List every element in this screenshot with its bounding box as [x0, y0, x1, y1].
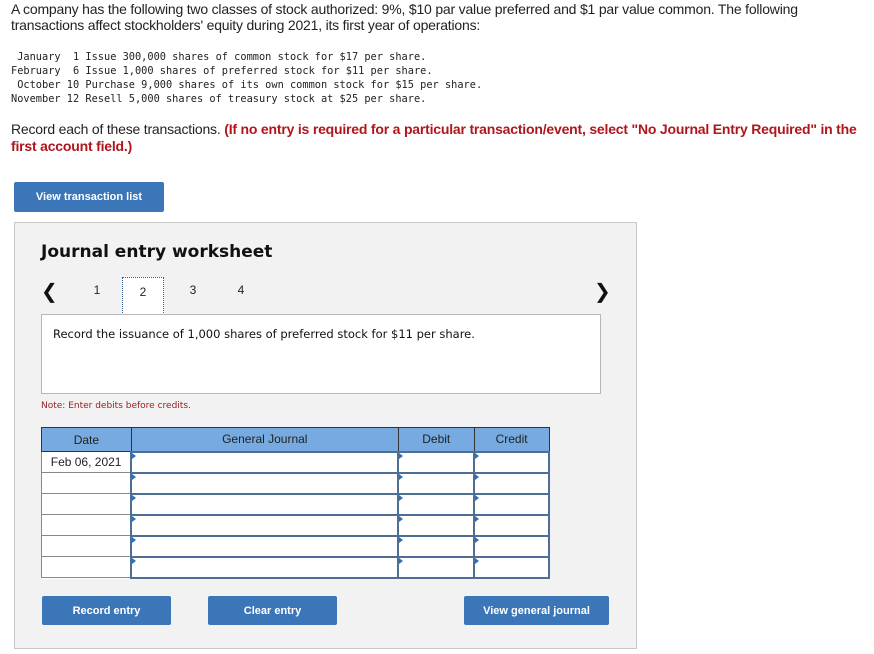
view-transaction-list-button[interactable]: View transaction list: [14, 182, 164, 212]
journal-row: Feb 06, 2021: [41, 450, 550, 474]
credit-input[interactable]: [473, 513, 550, 537]
account-input[interactable]: [130, 513, 400, 537]
debit-input[interactable]: [397, 513, 476, 537]
account-input[interactable]: [130, 534, 400, 558]
transaction-list: January 1 Issue 300,000 shares of common…: [11, 50, 482, 106]
debit-input[interactable]: [397, 555, 476, 579]
journal-header-row: Date General Journal Debit Credit: [41, 427, 550, 452]
journal-row: [41, 471, 550, 495]
date-cell: [41, 514, 132, 536]
note-text: Note: Enter debits before credits.: [41, 401, 191, 411]
view-general-journal-button[interactable]: View general journal: [464, 596, 609, 625]
date-cell: [41, 535, 132, 557]
header-general-journal: General Journal: [130, 427, 399, 452]
credit-input[interactable]: [473, 534, 550, 558]
journal-row: [41, 513, 550, 537]
prompt-text: Record the issuance of 1,000 shares of p…: [53, 327, 475, 341]
page-tab-4[interactable]: 4: [220, 277, 262, 303]
credit-input[interactable]: [473, 450, 550, 474]
transaction-line: November 12 Resell 5,000 shares of treas…: [11, 93, 427, 105]
debit-input[interactable]: [397, 450, 476, 474]
journal-table: Date General Journal Debit Credit Feb 06…: [41, 427, 550, 579]
clear-entry-button[interactable]: Clear entry: [208, 596, 337, 625]
page-tab-2[interactable]: 2: [122, 277, 164, 315]
account-input[interactable]: [130, 555, 400, 579]
journal-row: [41, 555, 550, 579]
page-tab-3[interactable]: 3: [172, 277, 214, 303]
instructions: Record each of these transactions. (If n…: [11, 121, 873, 155]
account-input[interactable]: [130, 492, 400, 516]
date-cell: [41, 493, 132, 515]
chevron-right-icon[interactable]: ❯: [594, 281, 611, 301]
debit-input[interactable]: [397, 492, 476, 516]
credit-input[interactable]: [473, 471, 550, 495]
account-input[interactable]: [130, 471, 400, 495]
transaction-line: January 1 Issue 300,000 shares of common…: [11, 51, 427, 63]
date-cell: [41, 556, 132, 578]
transaction-line: October 10 Purchase 9,000 shares of its …: [11, 79, 483, 91]
credit-input[interactable]: [473, 555, 550, 579]
header-debit: Debit: [397, 427, 475, 452]
account-input[interactable]: [130, 450, 400, 474]
date-cell: [41, 472, 132, 494]
debit-input[interactable]: [397, 471, 476, 495]
problem-intro: A company has the following two classes …: [11, 1, 798, 33]
worksheet-title: Journal entry worksheet: [41, 242, 273, 262]
header-credit: Credit: [473, 427, 550, 452]
header-date: Date: [41, 427, 132, 452]
chevron-left-icon[interactable]: ❮: [41, 281, 58, 301]
journal-entry-worksheet: Journal entry worksheet ❮ 1 2 3 4 ❯ Reco…: [14, 222, 637, 649]
transaction-line: February 6 Issue 1,000 shares of preferr…: [11, 65, 433, 77]
instruction-text: Record each of these transactions.: [11, 121, 225, 137]
journal-row: [41, 534, 550, 558]
record-entry-button[interactable]: Record entry: [42, 596, 171, 625]
worksheet-pager: ❮ 1 2 3 4 ❯: [15, 275, 638, 315]
date-cell: Feb 06, 2021: [41, 451, 132, 473]
journal-row: [41, 492, 550, 516]
page-tab-1[interactable]: 1: [76, 277, 118, 303]
debit-input[interactable]: [397, 534, 476, 558]
credit-input[interactable]: [473, 492, 550, 516]
transaction-prompt: Record the issuance of 1,000 shares of p…: [41, 314, 601, 394]
